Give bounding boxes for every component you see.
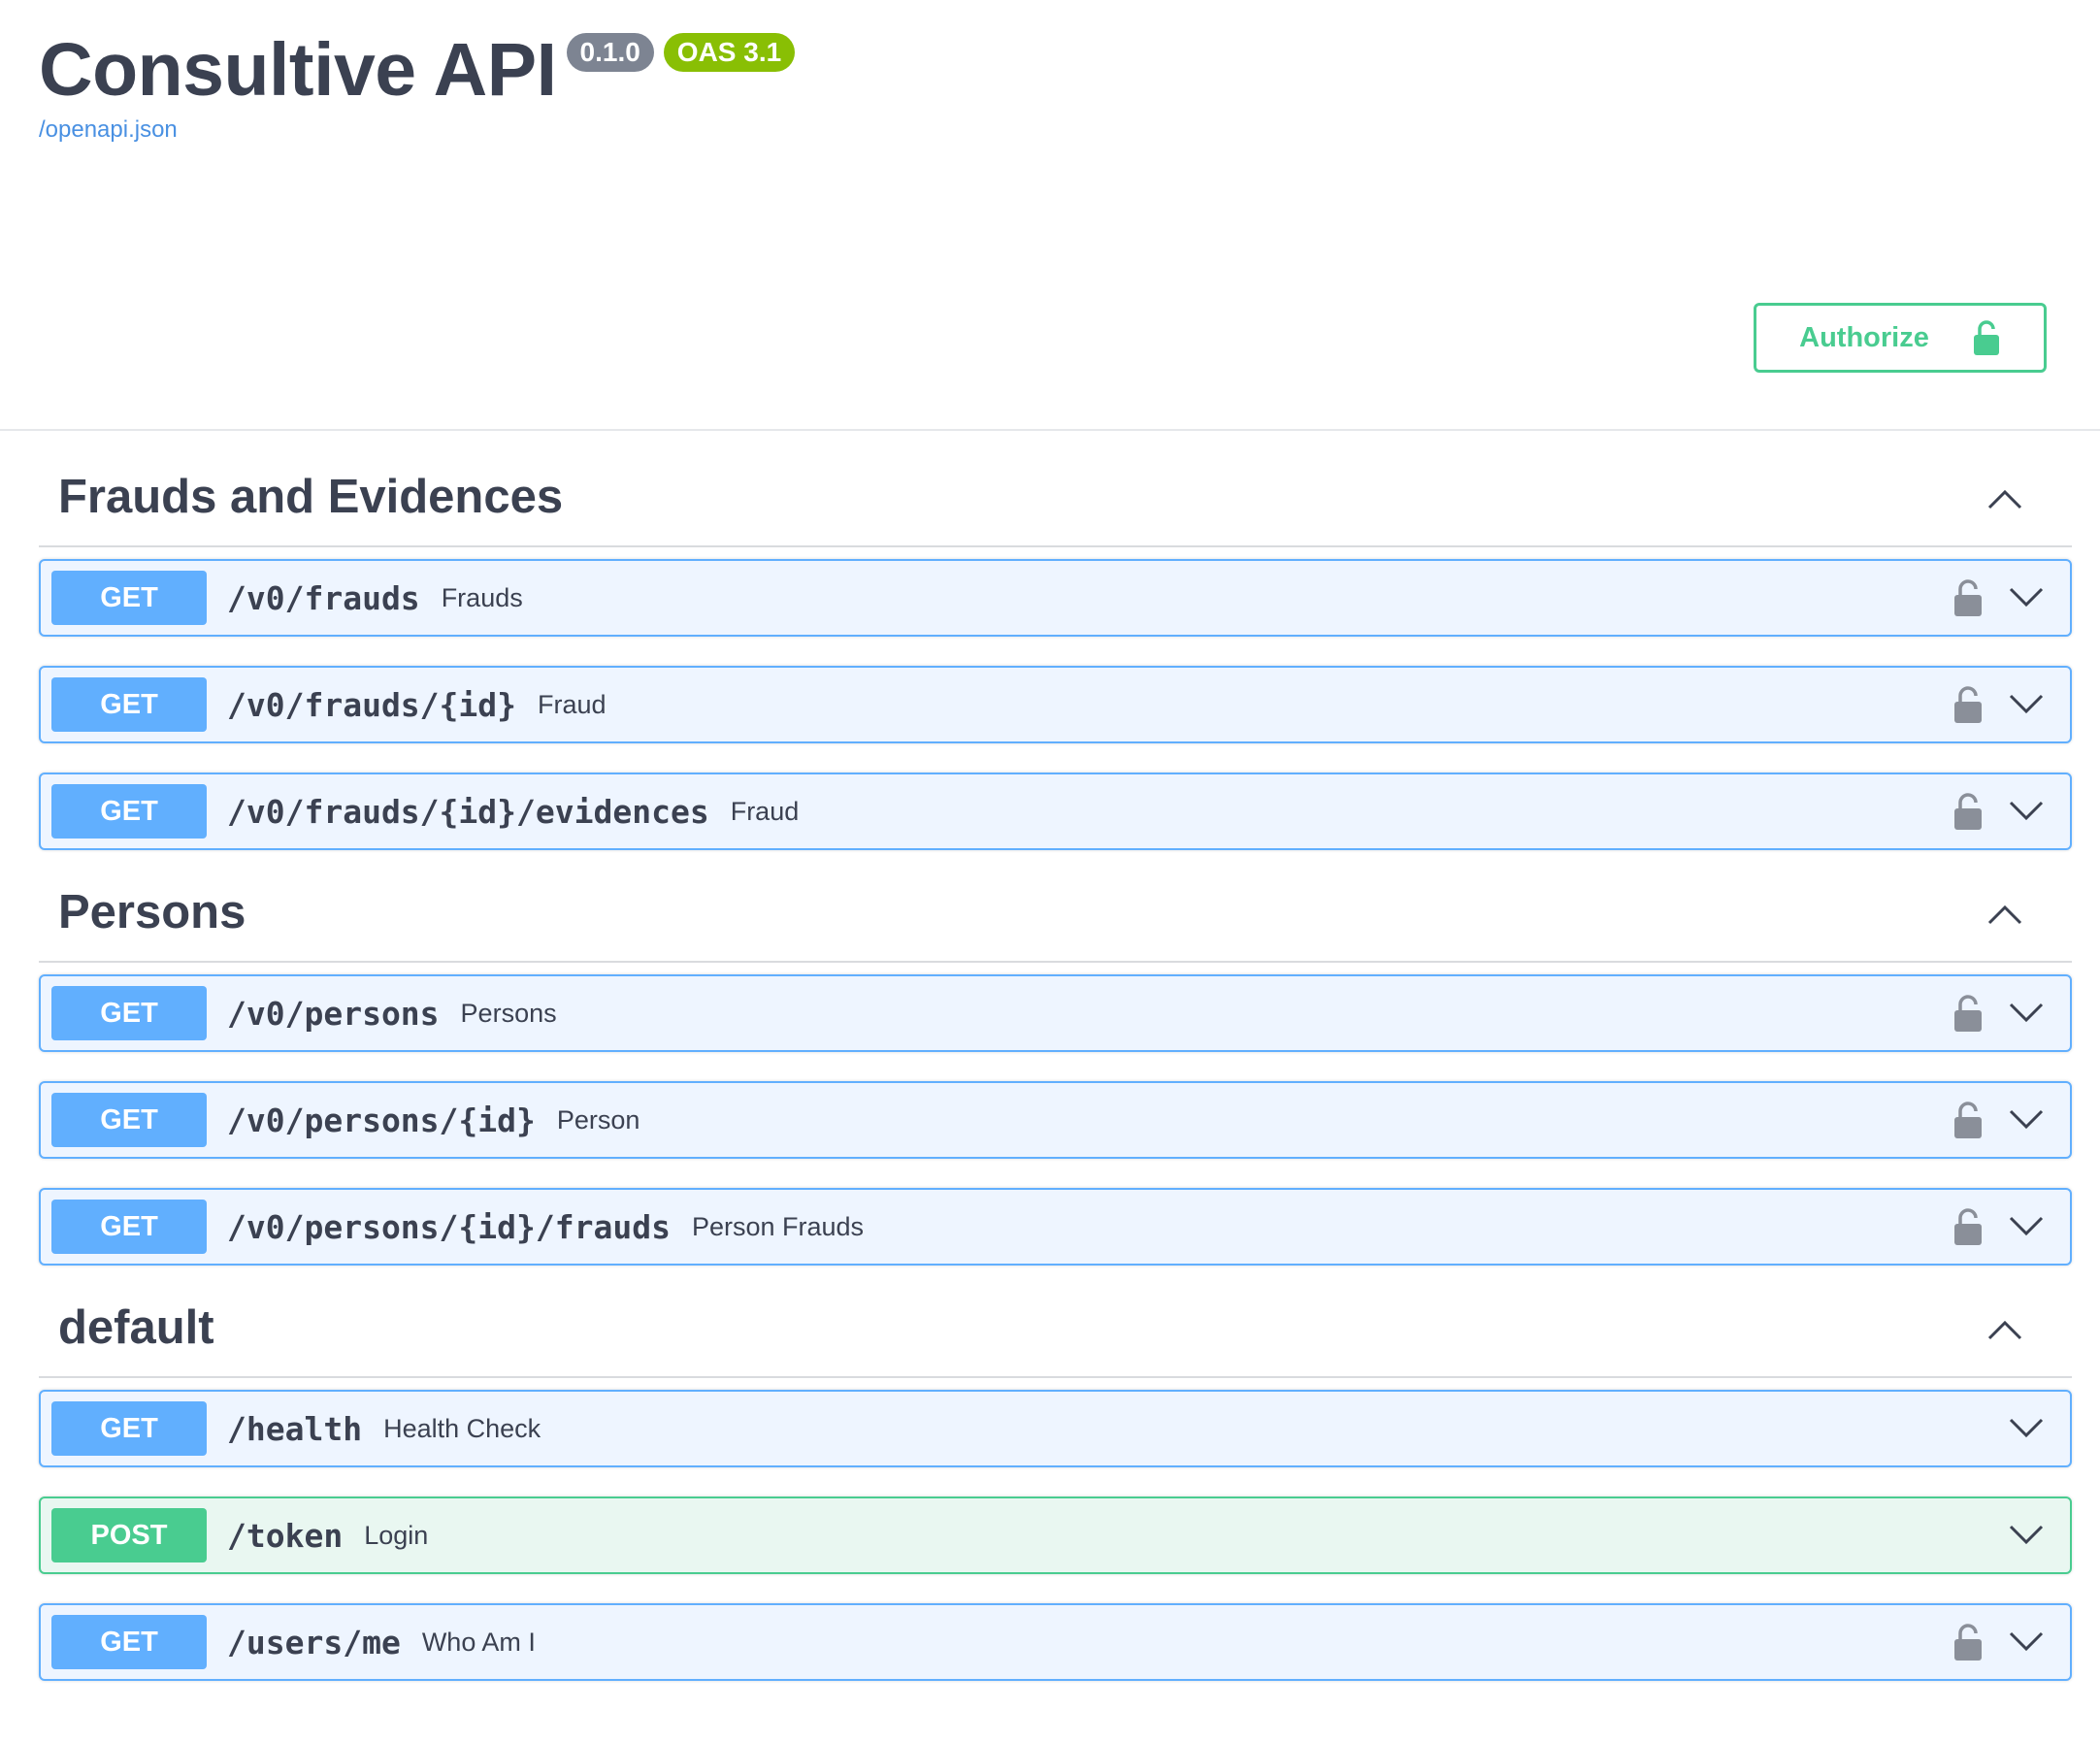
operation-path: /v0/persons/{id} <box>227 1101 536 1139</box>
tag-name: default <box>58 1301 214 1354</box>
operation-summary: Fraud <box>730 796 800 826</box>
expand-chevron-icon[interactable] <box>2008 1108 2045 1132</box>
operation-summary: Login <box>364 1520 429 1550</box>
method-badge: GET <box>51 677 207 732</box>
tag-name: Persons <box>58 886 246 938</box>
operation-path: /v0/frauds/{id} <box>227 685 517 724</box>
tag-section: Frauds and Evidences GET/v0/frauds Frauds G… <box>39 431 2072 850</box>
unlocked-lock-icon <box>1973 320 1999 355</box>
operation-path: /v0/frauds <box>227 578 420 617</box>
expand-chevron-icon[interactable] <box>2008 800 2045 823</box>
operation-row[interactable]: GET/v0/persons Persons <box>39 974 2072 1052</box>
expand-chevron-icon[interactable] <box>2008 1002 2045 1025</box>
operation-row[interactable]: GET/v0/frauds Frauds <box>39 559 2072 637</box>
expand-chevron-icon[interactable] <box>2008 586 2045 609</box>
expand-chevron-icon[interactable] <box>2008 1417 2045 1440</box>
operation-summary: Health Check <box>383 1413 541 1443</box>
operation-row[interactable]: GET/users/me Who Am I <box>39 1603 2072 1681</box>
authorize-label: Authorize <box>1799 321 1929 353</box>
version-badge: 0.1.0 <box>566 33 654 72</box>
lock-icon[interactable] <box>1953 1207 1983 1246</box>
operation-summary: Frauds <box>441 582 523 612</box>
operation-path: /token <box>227 1516 344 1555</box>
tag-header[interactable]: Persons <box>39 850 2072 963</box>
collapse-chevron-icon[interactable] <box>1986 1318 2023 1341</box>
expand-chevron-icon[interactable] <box>2008 1215 2045 1238</box>
expand-chevron-icon[interactable] <box>2008 693 2045 716</box>
openapi-json-link[interactable]: /openapi.json <box>39 116 178 144</box>
lock-icon[interactable] <box>1953 685 1983 724</box>
method-badge: GET <box>51 571 207 625</box>
method-badge: POST <box>51 1508 207 1562</box>
tag-header[interactable]: default <box>39 1266 2072 1378</box>
info-header: Consultive API 0.1.0 OAS 3.1 /openapi.js… <box>0 0 2100 431</box>
operation-row[interactable]: GET/v0/persons/{id} Person <box>39 1081 2072 1159</box>
operation-row[interactable]: GET/v0/frauds/{id}/evidences Fraud <box>39 773 2072 850</box>
expand-chevron-icon[interactable] <box>2008 1524 2045 1547</box>
operation-path: /v0/persons/{id}/frauds <box>227 1207 671 1246</box>
collapse-chevron-icon[interactable] <box>1986 487 2023 510</box>
operation-path: /v0/persons <box>227 994 440 1033</box>
operation-row[interactable]: GET/v0/persons/{id}/frauds Person Frauds <box>39 1188 2072 1266</box>
operation-path: /health <box>227 1409 363 1448</box>
method-badge: GET <box>51 1615 207 1669</box>
operation-path: /v0/frauds/{id}/evidences <box>227 792 709 831</box>
oas-badge: OAS 3.1 <box>663 33 796 72</box>
operations-container: Frauds and Evidences GET/v0/frauds Frauds G… <box>0 431 2100 1681</box>
operation-summary: Fraud <box>538 689 607 719</box>
method-badge: GET <box>51 1200 207 1254</box>
operation-summary: Persons <box>460 998 557 1028</box>
method-badge: GET <box>51 1093 207 1147</box>
tag-section: default GET/health Health Check POST/token L… <box>39 1266 2072 1681</box>
operation-row[interactable]: POST/token Login <box>39 1496 2072 1574</box>
tag-header[interactable]: Frauds and Evidences <box>39 431 2072 547</box>
method-badge: GET <box>51 986 207 1040</box>
method-badge: GET <box>51 784 207 839</box>
expand-chevron-icon[interactable] <box>2008 1630 2045 1654</box>
operation-summary: Person <box>556 1104 640 1135</box>
lock-icon[interactable] <box>1953 578 1983 617</box>
lock-icon[interactable] <box>1953 1101 1983 1139</box>
collapse-chevron-icon[interactable] <box>1986 903 2023 926</box>
title-row: Consultive API 0.1.0 OAS 3.1 <box>39 27 796 113</box>
lock-icon[interactable] <box>1953 1623 1983 1661</box>
operation-summary: Who Am I <box>421 1627 536 1657</box>
lock-icon[interactable] <box>1953 994 1983 1033</box>
authorize-button[interactable]: Authorize <box>1754 303 2047 373</box>
operation-row[interactable]: GET/v0/frauds/{id} Fraud <box>39 666 2072 743</box>
tag-section: Persons GET/v0/persons Persons GET/v0/perso… <box>39 850 2072 1266</box>
operation-row[interactable]: GET/health Health Check <box>39 1390 2072 1467</box>
method-badge: GET <box>51 1401 207 1456</box>
operation-path: /users/me <box>227 1623 401 1661</box>
lock-icon[interactable] <box>1953 792 1983 831</box>
page-title: Consultive API <box>39 28 557 112</box>
tag-name: Frauds and Evidences <box>58 471 564 523</box>
operation-summary: Person Frauds <box>691 1211 865 1241</box>
